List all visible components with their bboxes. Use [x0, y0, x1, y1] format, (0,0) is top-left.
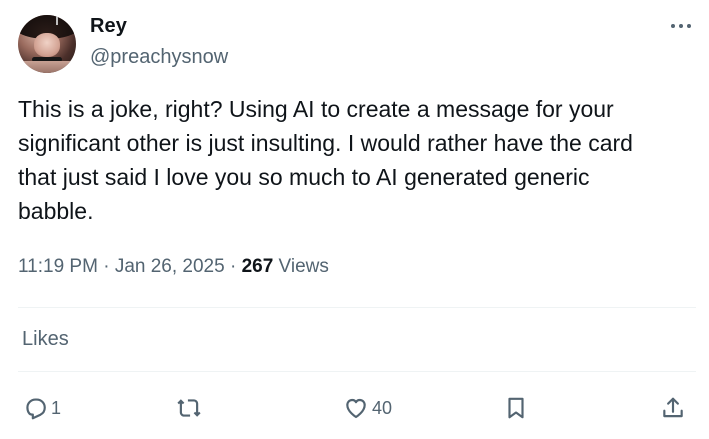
- share-button[interactable]: [660, 394, 686, 422]
- author-name[interactable]: Rey: [90, 15, 127, 38]
- retweet-icon: [177, 399, 201, 417]
- more-dot: [687, 24, 691, 28]
- views-label: Views: [273, 256, 329, 277]
- meta-separator: ·: [97, 256, 115, 277]
- tweet-meta: 11:19 PM · Jan 26, 2025 · 267 Views: [18, 256, 329, 278]
- tweet-date[interactable]: Jan 26, 2025: [115, 256, 225, 277]
- tweet-time[interactable]: 11:19 PM: [18, 256, 98, 277]
- author-handle[interactable]: @preachysnow: [90, 46, 228, 69]
- meta-separator: ·: [224, 256, 242, 277]
- tweet-text: This is a joke, right? Using AI to creat…: [18, 96, 633, 224]
- share-icon: [663, 397, 683, 418]
- bookmark-icon: [508, 397, 524, 419]
- bookmark-button[interactable]: [503, 394, 529, 422]
- divider: [18, 307, 696, 308]
- avatar-face: [34, 33, 60, 57]
- heart-icon: [346, 398, 366, 419]
- reply-count: 1: [51, 397, 62, 418]
- like-count: 40: [372, 397, 393, 418]
- avatar-thread-line: [56, 15, 58, 25]
- likes-link[interactable]: Likes: [22, 328, 69, 351]
- more-dot: [679, 24, 683, 28]
- retweet-button[interactable]: [176, 394, 205, 422]
- avatar-shoulder: [18, 61, 76, 73]
- more-icon[interactable]: [664, 16, 698, 36]
- avatar[interactable]: [18, 15, 76, 73]
- reply-button[interactable]: 1: [22, 394, 61, 422]
- more-dot: [671, 24, 675, 28]
- views-count: 267: [241, 256, 274, 277]
- like-button[interactable]: 40: [343, 394, 392, 422]
- reply-icon: [26, 398, 46, 420]
- divider: [18, 371, 696, 372]
